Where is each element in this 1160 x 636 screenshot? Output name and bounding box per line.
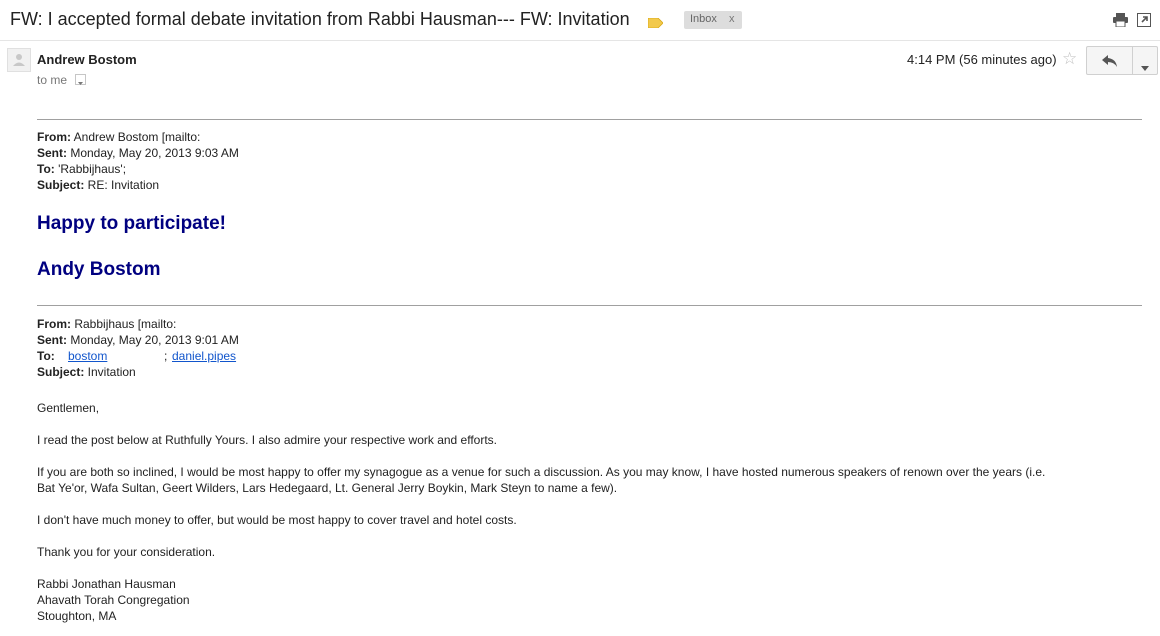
sent-value: Monday, May 20, 2013 9:01 AM xyxy=(67,333,239,347)
reply-signature: Andy Bostom xyxy=(37,259,161,280)
star-icon[interactable]: ☆ xyxy=(1062,49,1077,69)
letter-greeting: Gentlemen, xyxy=(37,401,100,415)
recipient-separator: ; xyxy=(164,349,168,363)
letter-paragraph: If you are both so inclined, I would be … xyxy=(37,465,1046,479)
sent-label: Sent: xyxy=(37,146,67,160)
letter-paragraph: I read the post below at Ruthfully Yours… xyxy=(37,433,498,447)
avatar[interactable] xyxy=(7,48,31,72)
reply-button[interactable] xyxy=(1086,46,1135,75)
sent-value: Monday, May 20, 2013 9:03 AM xyxy=(67,146,239,160)
recipient-link-pipes[interactable]: daniel.pipes xyxy=(172,349,236,363)
reply-icon xyxy=(1102,54,1118,72)
forward-sent-line: Sent: Monday, May 20, 2013 9:01 AM xyxy=(37,332,239,348)
inbox-label-text: Inbox xyxy=(690,13,717,25)
chevron-down-icon xyxy=(1141,58,1149,76)
more-options-button[interactable] xyxy=(1132,46,1158,75)
forward-subject-line: Subject: Invitation xyxy=(37,364,136,380)
subject-value: Invitation xyxy=(84,365,136,379)
thread-header: FW: I accepted formal debate invitation … xyxy=(0,0,1160,40)
forward-subject-line: Subject: RE: Invitation xyxy=(37,177,159,193)
message-timestamp: 4:14 PM (56 minutes ago) xyxy=(907,52,1057,67)
thread-subject: FW: I accepted formal debate invitation … xyxy=(10,9,630,29)
recipient-link-bostom[interactable]: bostom xyxy=(68,348,107,364)
letter-paragraph: I don't have much money to offer, but wo… xyxy=(37,513,517,527)
remove-label-button[interactable]: x xyxy=(729,13,735,25)
from-label: From: xyxy=(37,317,71,331)
signature-name: Rabbi Jonathan Hausman xyxy=(37,577,176,591)
subject-value: RE: Invitation xyxy=(84,178,160,192)
from-label: From: xyxy=(37,130,71,144)
forward-to-line: To: bostom ; daniel.pipes xyxy=(37,348,236,364)
signature-org: Ahavath Torah Congregation xyxy=(37,593,190,607)
inbox-label-chip: Inbox x xyxy=(684,11,742,29)
letter-paragraph-continued: Bat Ye'or, Wafa Sultan, Geert Wilders, L… xyxy=(37,481,618,495)
show-details-chevron-icon[interactable] xyxy=(75,74,86,85)
reply-button-group xyxy=(1086,46,1158,75)
sender-name[interactable]: Andrew Bostom xyxy=(37,52,137,67)
letter-paragraph: Thank you for your consideration. xyxy=(37,545,216,559)
subject-label: Subject: xyxy=(37,365,85,379)
to-value: 'Rabbijhaus'; xyxy=(54,162,127,176)
sent-label: Sent: xyxy=(37,333,67,347)
from-value: Andrew Bostom [mailto: xyxy=(71,130,201,144)
forward-separator xyxy=(37,119,1142,120)
to-label: To: xyxy=(37,162,55,176)
signature-location: Stoughton, MA xyxy=(37,609,117,623)
printer-icon[interactable] xyxy=(1113,13,1128,32)
label-tag-icon[interactable] xyxy=(647,15,664,33)
forward-from-line: From: Rabbijhaus [mailto: xyxy=(37,316,176,332)
forward-from-line: From: Andrew Bostom [mailto: xyxy=(37,129,200,145)
subject-label: Subject: xyxy=(37,178,85,192)
from-value: Rabbijhaus [mailto: xyxy=(71,317,177,331)
forward-to-line: To: 'Rabbijhaus'; xyxy=(37,161,126,177)
recipient-summary: to me xyxy=(37,73,68,87)
to-label: To: xyxy=(37,349,55,363)
new-window-icon[interactable] xyxy=(1137,13,1151,32)
header-divider xyxy=(0,40,1160,41)
forward-separator xyxy=(37,305,1142,306)
reply-text: Happy to participate! xyxy=(37,213,226,234)
forward-sent-line: Sent: Monday, May 20, 2013 9:03 AM xyxy=(37,145,239,161)
